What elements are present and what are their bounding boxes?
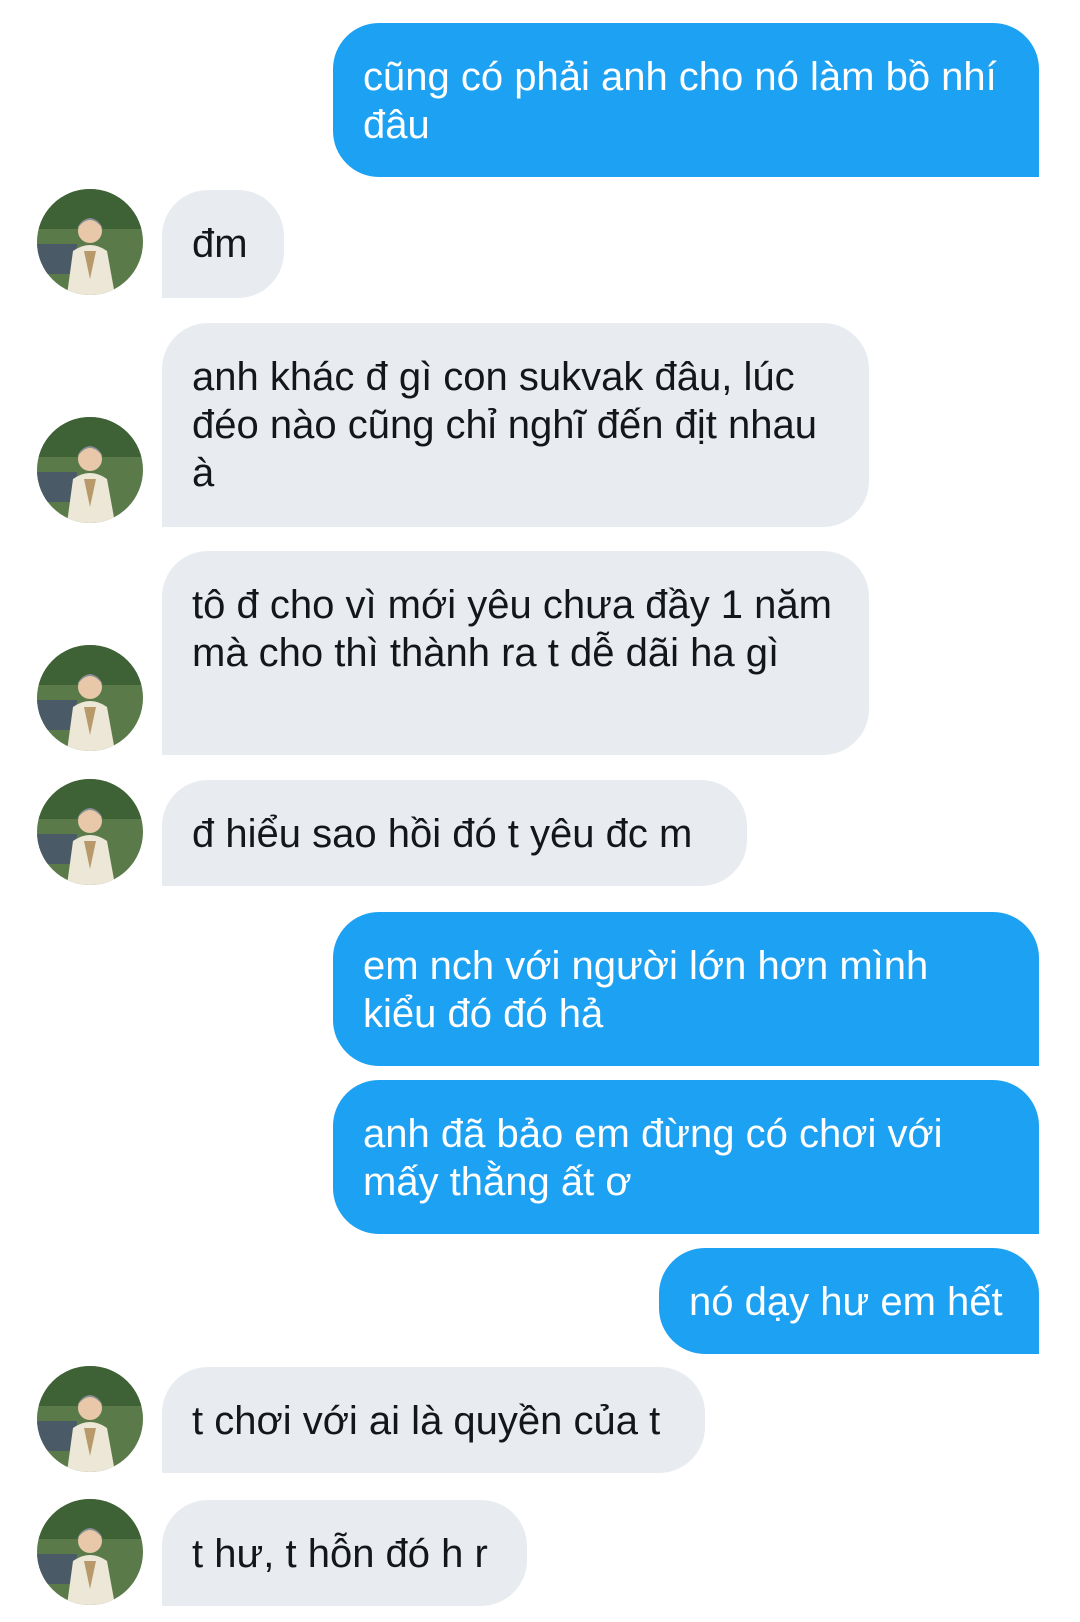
avatar-photo-icon: [37, 779, 143, 885]
sent-message-bubble[interactable]: em nch với người lớn hơn mình kiểu đó đó…: [333, 912, 1039, 1066]
contact-avatar[interactable]: [37, 1366, 143, 1472]
sent-message-bubble[interactable]: nó dạy hư em hết: [659, 1248, 1039, 1354]
received-message-bubble[interactable]: đ hiểu sao hồi đó t yêu đc m: [162, 780, 747, 886]
avatar-photo-icon: [37, 189, 143, 295]
received-message-bubble[interactable]: tô đ cho vì mới yêu chưa đầy 1 năm mà ch…: [162, 551, 869, 755]
contact-avatar[interactable]: [37, 1499, 143, 1605]
avatar-photo-icon: [37, 645, 143, 751]
received-message-bubble[interactable]: t chơi với ai là quyền của t: [162, 1367, 705, 1473]
sent-message-bubble[interactable]: anh đã bảo em đừng có chơi với mấy thằng…: [333, 1080, 1039, 1234]
sent-message-bubble[interactable]: cũng có phải anh cho nó làm bồ nhí đâu: [333, 23, 1039, 177]
contact-avatar[interactable]: [37, 189, 143, 295]
received-message-bubble[interactable]: anh khác đ gì con sukvak đâu, lúc đéo nà…: [162, 323, 869, 527]
received-message-bubble[interactable]: t hư, t hỗn đó h r: [162, 1500, 527, 1606]
received-message-bubble[interactable]: đm: [162, 190, 284, 298]
contact-avatar[interactable]: [37, 417, 143, 523]
avatar-photo-icon: [37, 1366, 143, 1472]
chat-thread: cũng có phải anh cho nó làm bồ nhí đâu đ…: [0, 0, 1080, 1622]
contact-avatar[interactable]: [37, 645, 143, 751]
avatar-photo-icon: [37, 417, 143, 523]
contact-avatar[interactable]: [37, 779, 143, 885]
avatar-photo-icon: [37, 1499, 143, 1605]
